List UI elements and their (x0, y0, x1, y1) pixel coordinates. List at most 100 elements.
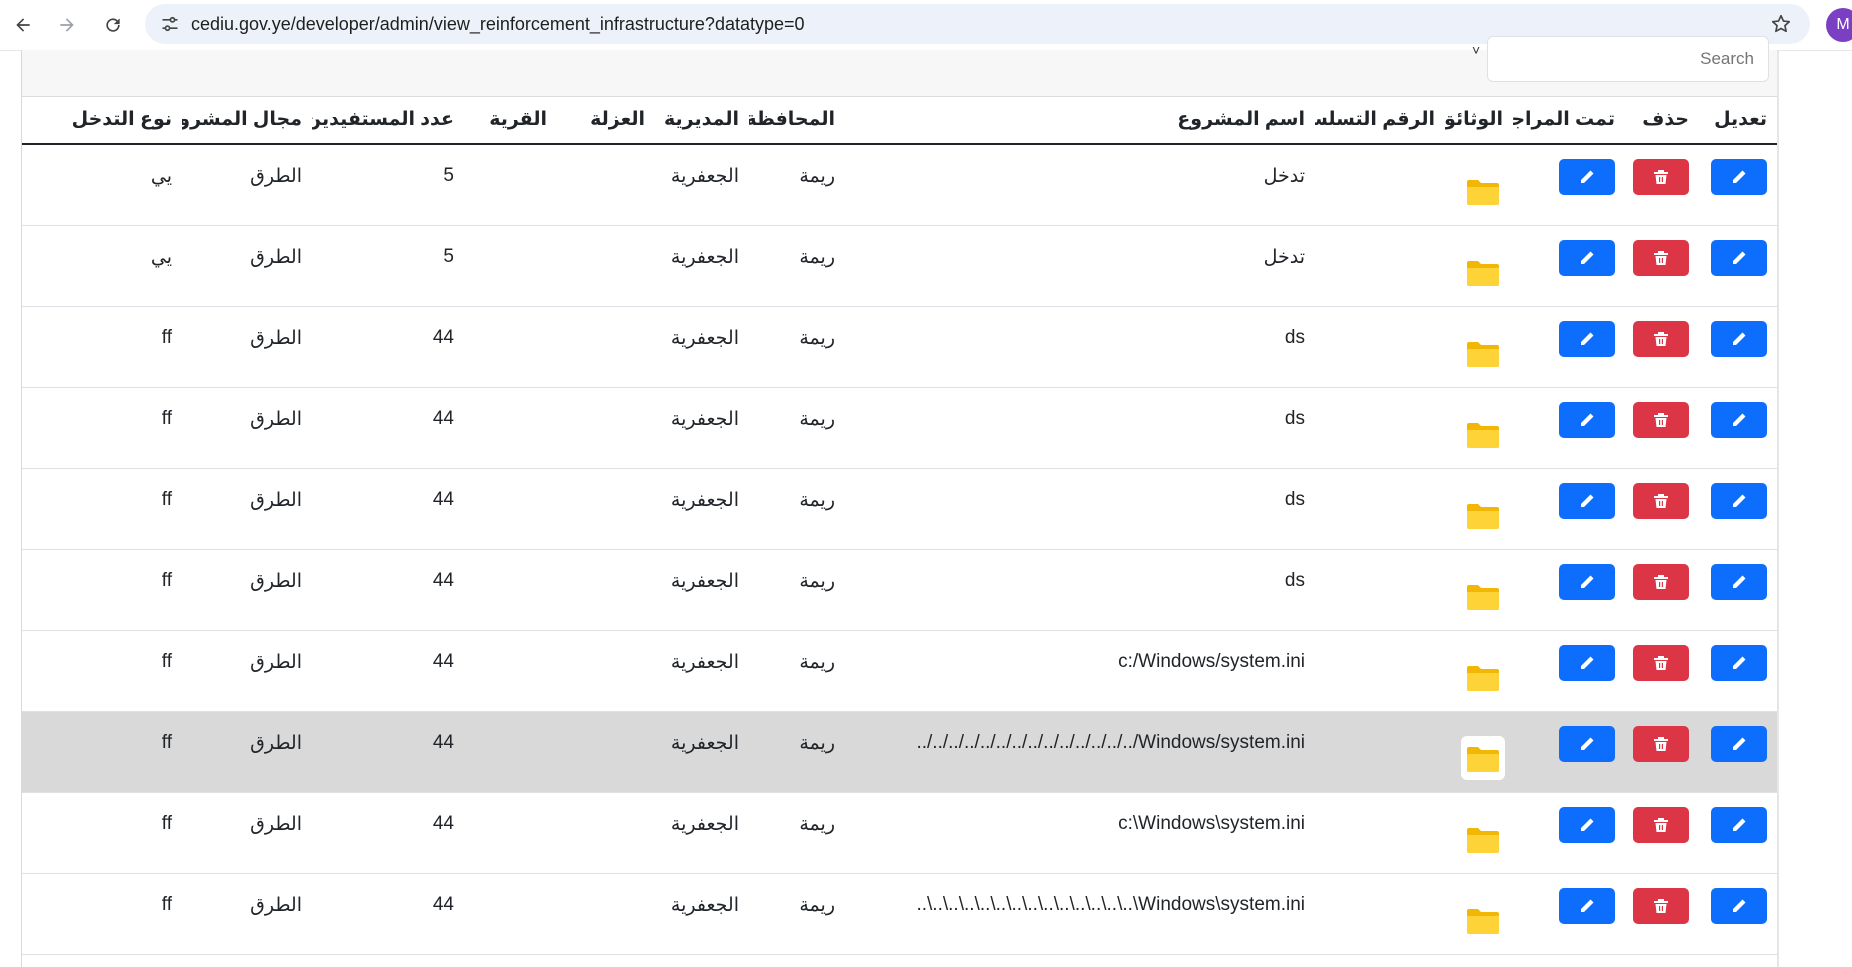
folder-icon (1467, 908, 1499, 934)
header-sub-district[interactable]: العزلة (557, 96, 655, 145)
cell-serial (1315, 792, 1445, 874)
pencil-icon (1581, 656, 1594, 669)
review-button[interactable] (1559, 239, 1615, 276)
forward-arrow-icon (60, 18, 74, 32)
header-district[interactable]: المديرية (655, 96, 749, 145)
cell-governorate: ريمة (749, 144, 845, 226)
delete-button[interactable] (1633, 563, 1689, 600)
delete-button[interactable] (1633, 239, 1689, 276)
cell-intervention-type: ff (22, 711, 182, 793)
review-button[interactable] (1559, 563, 1615, 600)
edit-button[interactable] (1711, 644, 1767, 681)
edit-button[interactable] (1711, 320, 1767, 357)
delete-button[interactable] (1633, 159, 1689, 195)
profile-avatar[interactable]: M (1826, 8, 1852, 42)
edit-button[interactable] (1711, 887, 1767, 924)
documents-folder[interactable] (1463, 737, 1503, 778)
header-project-name[interactable]: اسم المشروع (845, 96, 1315, 145)
cell-beneficiaries: 5 (312, 225, 464, 307)
table-row: c:/Windows/system.ini ريمة الجعفرية 44 ا… (22, 630, 1777, 712)
documents-folder[interactable] (1463, 576, 1503, 616)
delete-button[interactable] (1633, 644, 1689, 681)
url-text[interactable]: cediu.gov.ye/developer/admin/view_reinfo… (191, 4, 805, 44)
header-edit[interactable]: تعديل (1699, 96, 1777, 145)
header-marker: ˅ (1472, 42, 1481, 58)
cell-village (464, 387, 557, 469)
cell-project-name: ds (845, 468, 1315, 550)
delete-button[interactable] (1633, 725, 1689, 762)
review-button[interactable] (1559, 887, 1615, 924)
table-row: c:\Windows\system.ini ريمة الجعفرية 44 ا… (22, 792, 1777, 874)
documents-folder[interactable] (1463, 252, 1503, 292)
delete-button[interactable] (1633, 887, 1689, 924)
review-button[interactable] (1559, 320, 1615, 357)
card-header: ˅ (22, 36, 1777, 97)
cell-intervention-type: ff (22, 630, 182, 712)
edit-button[interactable] (1711, 563, 1767, 600)
table-container[interactable]: تعديل حذف تمت المراجعة الوثائق الرقم الت… (22, 96, 1777, 967)
edit-button[interactable] (1711, 482, 1767, 519)
bookmark-star-icon[interactable] (1770, 13, 1792, 35)
edit-button[interactable] (1711, 401, 1767, 438)
cell-sub-district (557, 630, 655, 712)
cell-governorate: ريمة (749, 306, 845, 388)
cell-serial (1315, 225, 1445, 307)
delete-button[interactable] (1633, 806, 1689, 843)
delete-button[interactable] (1633, 320, 1689, 357)
header-serial[interactable]: الرقم التسلسلي (1315, 96, 1445, 145)
cell-project-name: تدخل (845, 225, 1315, 307)
documents-folder[interactable] (1463, 414, 1503, 454)
review-button[interactable] (1559, 159, 1615, 195)
back-button[interactable] (6, 8, 40, 42)
documents-folder[interactable] (1463, 657, 1503, 697)
edit-button[interactable] (1711, 806, 1767, 843)
search-box[interactable] (1487, 36, 1769, 82)
header-reviewed[interactable]: تمت المراجعة (1513, 96, 1625, 145)
search-input[interactable] (1488, 37, 1768, 81)
cell-intervention-type: ff (22, 873, 182, 955)
pencil-icon (1581, 332, 1594, 345)
header-governorate[interactable]: المحافظة (749, 96, 845, 145)
pencil-icon (1733, 413, 1746, 426)
cell-village (464, 711, 557, 793)
review-button[interactable] (1559, 482, 1615, 519)
documents-folder[interactable] (1463, 900, 1503, 940)
edit-button[interactable] (1711, 239, 1767, 276)
cell-intervention-type: ff (22, 468, 182, 550)
delete-button[interactable] (1633, 401, 1689, 438)
forward-button[interactable] (50, 8, 84, 42)
review-button[interactable] (1559, 806, 1615, 843)
header-delete[interactable]: حذف (1625, 96, 1699, 145)
documents-folder[interactable] (1463, 819, 1503, 859)
documents-folder[interactable] (1463, 171, 1503, 211)
edit-button[interactable] (1711, 725, 1767, 762)
site-settings-icon[interactable] (159, 14, 181, 34)
cell-village (464, 144, 557, 226)
review-button[interactable] (1559, 725, 1615, 762)
folder-icon (1467, 422, 1499, 448)
reload-button[interactable] (96, 8, 130, 42)
trash-icon (1654, 250, 1668, 265)
pencil-icon (1733, 818, 1746, 831)
header-beneficiaries[interactable]: عدد المستفيدين (312, 96, 464, 145)
cell-sub-district (557, 873, 655, 955)
header-village[interactable]: القرية (464, 96, 557, 145)
header-documents[interactable]: الوثائق (1445, 96, 1513, 145)
cell-project-name: ../../../../../../../../../../../../../.… (845, 711, 1315, 793)
cell-district: الجعفرية (655, 225, 749, 307)
cell-project-field: الطرق (182, 873, 312, 955)
cell-sub-district (557, 387, 655, 469)
cell-project-field: الطرق (182, 792, 312, 874)
documents-folder[interactable] (1463, 495, 1503, 535)
header-intervention-type[interactable]: نوع التدخل (22, 96, 182, 145)
header-project-field[interactable]: مجال المشروع (182, 96, 312, 145)
table-row: ds ريمة الجعفرية 44 الطرق ff (22, 387, 1777, 469)
edit-button[interactable] (1711, 159, 1767, 195)
documents-folder[interactable] (1463, 333, 1503, 373)
cell-governorate: ريمة (749, 225, 845, 307)
delete-button[interactable] (1633, 482, 1689, 519)
review-button[interactable] (1559, 401, 1615, 438)
cell-beneficiaries: 44 (312, 711, 464, 793)
review-button[interactable] (1559, 644, 1615, 681)
trash-icon (1654, 493, 1668, 508)
